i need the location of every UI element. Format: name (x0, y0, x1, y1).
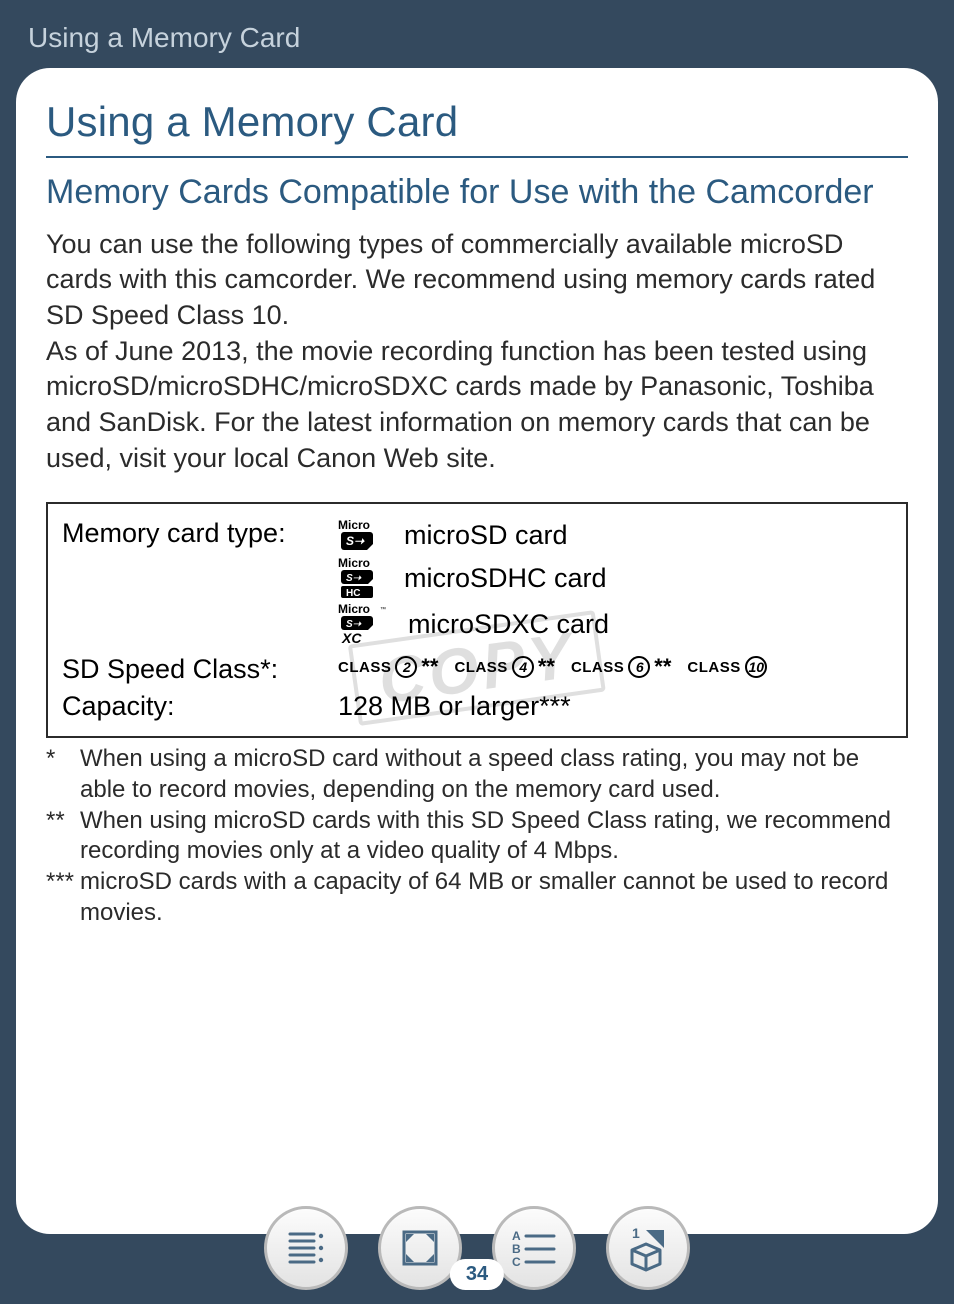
svg-text:B: B (512, 1242, 521, 1256)
class-number-icon: 2 (395, 656, 417, 678)
index-icon: A B C (510, 1226, 558, 1270)
toc-button[interactable] (264, 1206, 348, 1290)
class-word: CLASS (571, 659, 624, 676)
microsdxc-icon: Micro ™ S➝ XC (338, 602, 398, 646)
class-word: CLASS (338, 659, 391, 676)
svg-text:C: C (512, 1255, 521, 1269)
spec-row-type: Memory card type: Micro S➝ microSD card (62, 518, 892, 552)
spec-type-text-2: microSDXC card (408, 609, 609, 640)
class-number-icon: 6 (628, 656, 650, 678)
footnote-text: microSD cards with a capacity of 64 MB o… (80, 867, 908, 928)
expand-icon (398, 1226, 442, 1270)
footnote-3: ***microSD cards with a capacity of 64 M… (46, 867, 908, 928)
svg-text:A: A (512, 1229, 521, 1243)
class-word: CLASS (687, 659, 740, 676)
svg-text:Micro: Micro (338, 556, 370, 570)
spec-label-speed: SD Speed Class*: (62, 654, 338, 685)
spec-value-type-2: Micro ™ S➝ XC microSDXC card (338, 602, 892, 646)
spec-label-capacity: Capacity: (62, 691, 338, 722)
speed-class-6: CLASS6** (571, 654, 671, 680)
footnotes: *When using a microSD card without a spe… (46, 744, 908, 928)
spec-row-capacity: Capacity: 128 MB or larger*** (62, 691, 892, 722)
class-suffix: ** (538, 654, 555, 680)
microsdhc-icon: Micro S➝ HC (338, 556, 394, 600)
microsd-icon: Micro S➝ (338, 518, 388, 552)
export-button[interactable]: 1 (606, 1206, 690, 1290)
export-icon: 1 (624, 1224, 672, 1272)
class-number-icon: 4 (512, 656, 534, 678)
intro-text: You can use the following types of comme… (46, 227, 908, 476)
spec-row-speed: SD Speed Class*: CLASS2**CLASS4**CLASS6*… (62, 654, 892, 685)
page-sheet: COPY Using a Memory Card Memory Cards Co… (16, 68, 938, 1234)
class-suffix: ** (654, 654, 671, 680)
class-word: CLASS (454, 659, 507, 676)
svg-text:S➝: S➝ (346, 573, 362, 584)
svg-text:1: 1 (632, 1225, 640, 1241)
footnote-1: *When using a microSD card without a spe… (46, 744, 908, 805)
spec-value-type-1: Micro S➝ HC microSDHC card (338, 556, 892, 600)
spec-label-type: Memory card type: (62, 518, 338, 549)
spec-box: Memory card type: Micro S➝ microSD card (46, 502, 908, 738)
breadcrumb: Using a Memory Card (0, 0, 954, 64)
speed-class-2: CLASS2** (338, 654, 438, 680)
page-number: 34 (450, 1259, 504, 1290)
footnote-mark: ** (46, 806, 80, 867)
footnote-mark: *** (46, 867, 80, 928)
svg-text:S➝: S➝ (346, 619, 362, 630)
class-suffix: ** (421, 654, 438, 680)
page-title: Using a Memory Card (46, 98, 908, 158)
svg-text:S➝: S➝ (346, 534, 365, 548)
index-button[interactable]: A B C (492, 1206, 576, 1290)
svg-text:™: ™ (380, 606, 386, 613)
svg-text:Micro: Micro (338, 518, 370, 532)
spec-value-type-0: Micro S➝ microSD card (338, 518, 892, 552)
class-number-icon: 10 (745, 656, 767, 678)
svg-text:Micro: Micro (338, 602, 370, 616)
spec-type-text-0: microSD card (404, 520, 568, 551)
spec-value-capacity: 128 MB or larger*** (338, 691, 892, 722)
footnote-text: When using microSD cards with this SD Sp… (80, 806, 908, 867)
footnote-2: **When using microSD cards with this SD … (46, 806, 908, 867)
speed-class-10: CLASS 10 (687, 656, 766, 678)
footnote-mark: * (46, 744, 80, 805)
speed-class-4: CLASS 4** (454, 654, 554, 680)
svg-text:XC: XC (341, 630, 362, 646)
spec-type-text-1: microSDHC card (404, 563, 607, 594)
page-subtitle: Memory Cards Compatible for Use with the… (46, 172, 908, 213)
svg-text:HC: HC (346, 588, 360, 599)
footnote-text: When using a microSD card without a spee… (80, 744, 908, 805)
spec-value-speed: CLASS2**CLASS4**CLASS6**CLASS10 (338, 654, 892, 680)
toc-icon (284, 1226, 328, 1270)
